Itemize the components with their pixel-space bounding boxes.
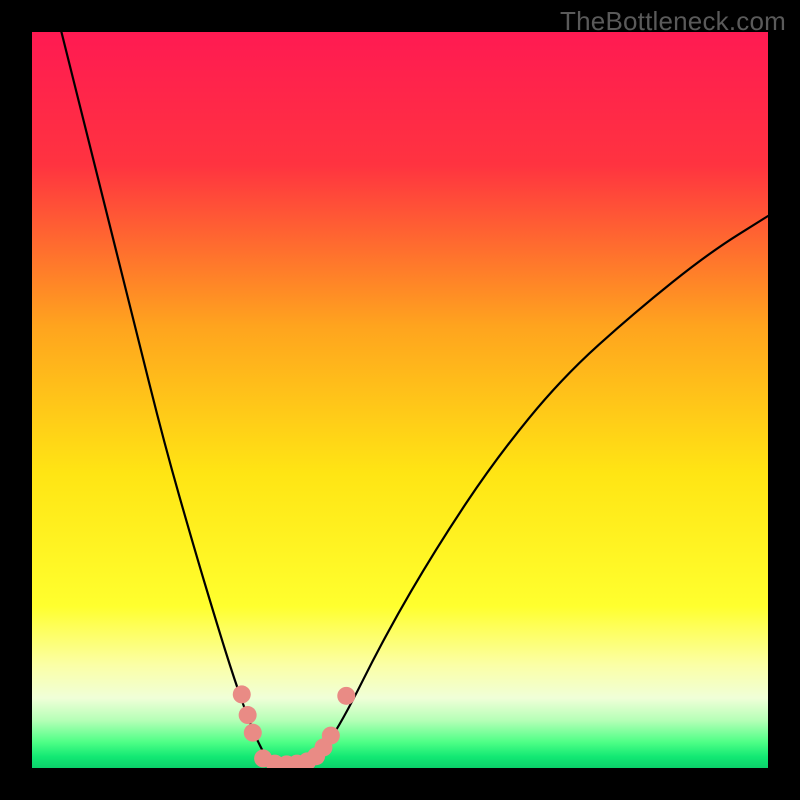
dot-valley-dots-0: [233, 685, 251, 703]
dot-valley-dots-10: [322, 727, 340, 745]
chart-svg: [32, 32, 768, 768]
plot-area: [32, 32, 768, 768]
dot-valley-dots-2: [244, 724, 262, 742]
dot-valley-dots-1: [239, 706, 257, 724]
gradient-background: [32, 32, 768, 768]
outer-frame: TheBottleneck.com: [0, 0, 800, 800]
dot-valley-dots-11: [337, 687, 355, 705]
